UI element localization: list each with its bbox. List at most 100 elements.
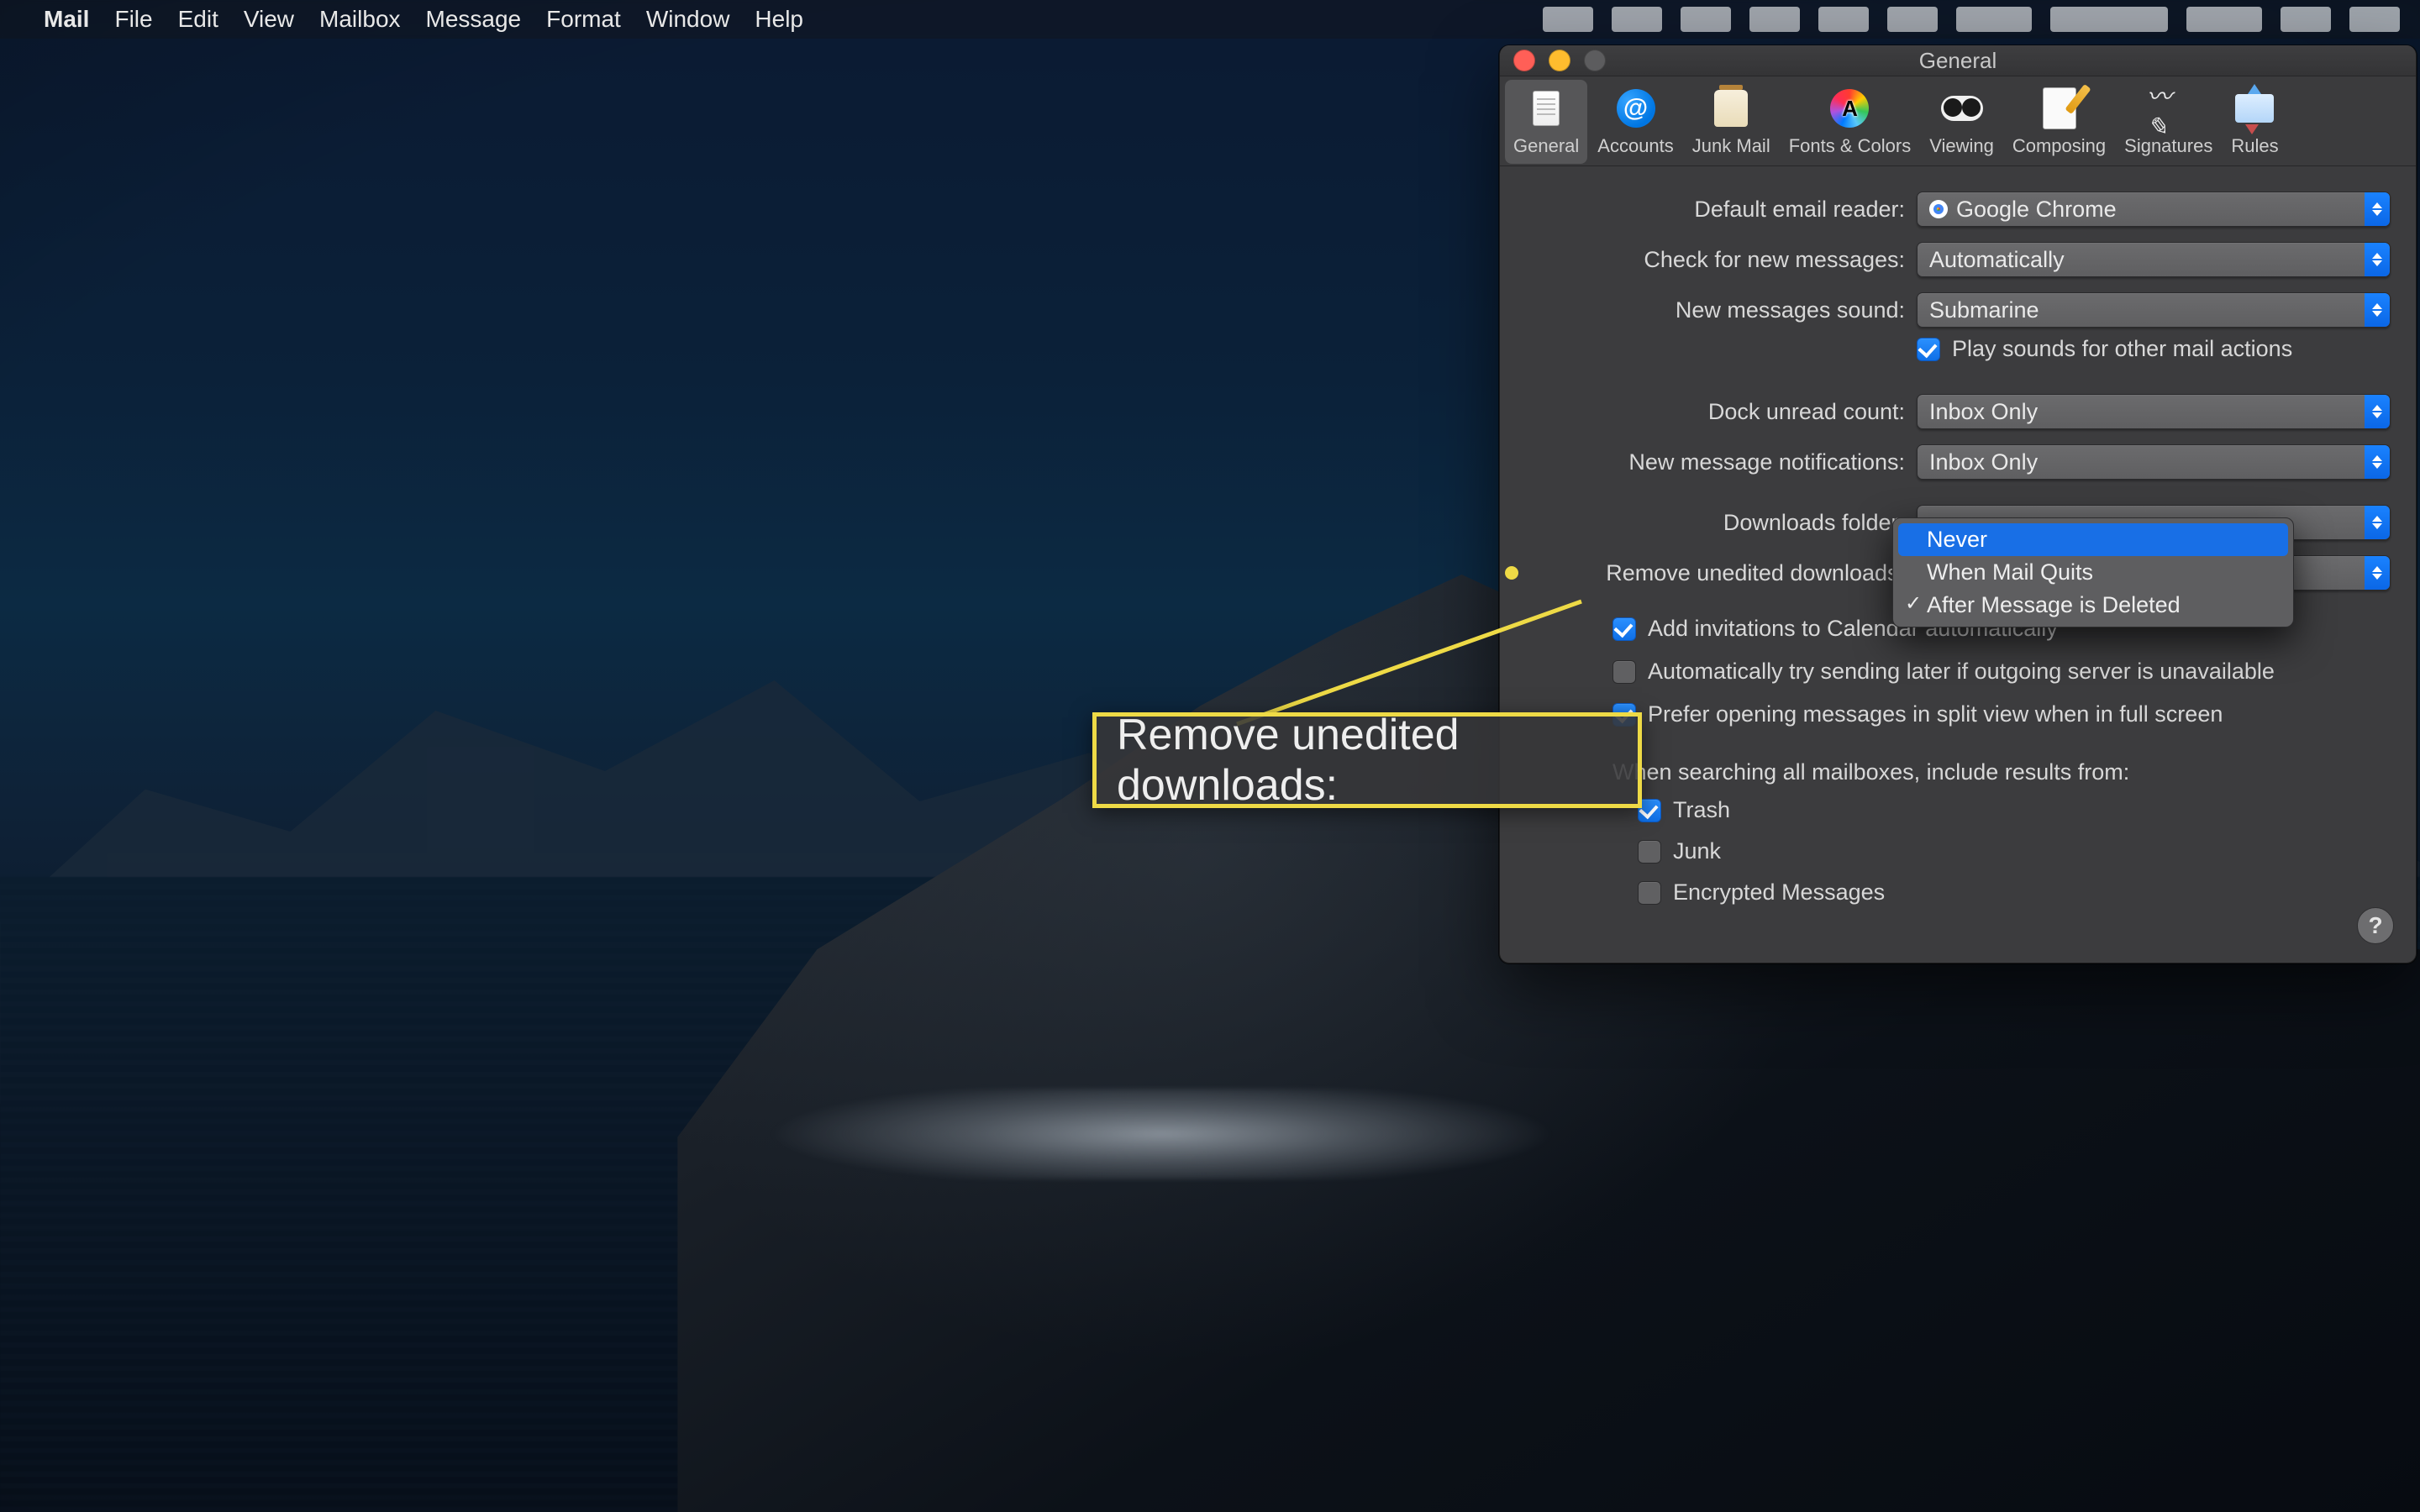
- tab-viewing[interactable]: Viewing: [1921, 80, 2002, 164]
- window-minimize-button[interactable]: [1549, 50, 1570, 71]
- fonts-colors-icon: [1826, 85, 1873, 132]
- dropdown-stepper-icon: [2365, 445, 2390, 479]
- checkbox-encrypted[interactable]: [1638, 881, 1661, 905]
- tab-label: Composing: [2012, 135, 2106, 157]
- row-search-include-label: When searching all mailboxes, include re…: [1525, 759, 2391, 785]
- row-check-messages: Check for new messages: Automatically: [1525, 242, 2391, 277]
- status-item-4[interactable]: [1749, 7, 1800, 32]
- dropdown-value: Inbox Only: [1929, 399, 2038, 425]
- menu-option-after-message-deleted[interactable]: ✓ After Message is Deleted: [1898, 589, 2288, 622]
- tab-rules[interactable]: Rules: [2223, 80, 2286, 164]
- signatures-icon: 〰✎: [2145, 85, 2192, 132]
- accounts-icon: @: [1612, 85, 1660, 132]
- help-button[interactable]: ?: [2357, 907, 2394, 944]
- checkbox-junk[interactable]: [1638, 840, 1661, 864]
- chrome-icon: [1929, 200, 1948, 218]
- status-item-8[interactable]: [2050, 7, 2168, 32]
- dropdown-check-messages[interactable]: Automatically: [1917, 242, 2391, 277]
- window-titlebar[interactable]: General: [1500, 45, 2416, 76]
- label-dock-count: Dock unread count:: [1525, 399, 1917, 425]
- dropdown-stepper-icon: [2365, 395, 2390, 428]
- window-title: General: [1919, 48, 1997, 74]
- row-notifications: New message notifications: Inbox Only: [1525, 444, 2391, 480]
- status-item-11[interactable]: [2349, 7, 2400, 32]
- status-item-7[interactable]: [1956, 7, 2032, 32]
- menu-edit[interactable]: Edit: [178, 6, 218, 33]
- menu-option-label: After Message is Deleted: [1927, 592, 2181, 618]
- row-dock-count: Dock unread count: Inbox Only: [1525, 394, 2391, 429]
- tab-fonts-colors[interactable]: Fonts & Colors: [1781, 80, 1920, 164]
- dropdown-stepper-icon: [2365, 192, 2390, 226]
- label-trash: Trash: [1673, 797, 1730, 823]
- window-controls: [1513, 50, 1606, 71]
- status-item-6[interactable]: [1887, 7, 1938, 32]
- label-split-view: Prefer opening messages in split view wh…: [1648, 701, 2223, 727]
- row-play-sounds: Play sounds for other mail actions: [1525, 336, 2391, 369]
- label-notifications: New message notifications:: [1525, 449, 1917, 475]
- menubar: Mail File Edit View Mailbox Message Form…: [0, 0, 2420, 39]
- checkbox-play-sounds[interactable]: [1917, 338, 1940, 361]
- tab-general[interactable]: General: [1505, 80, 1587, 164]
- tab-label: Viewing: [1929, 135, 1994, 157]
- junk-mail-icon: [1707, 85, 1754, 132]
- menu-message[interactable]: Message: [426, 6, 522, 33]
- dropdown-sound[interactable]: Submarine: [1917, 292, 2391, 328]
- label-check-messages: Check for new messages:: [1525, 247, 1917, 273]
- tab-composing[interactable]: Composing: [2004, 80, 2114, 164]
- dropdown-notifications[interactable]: Inbox Only: [1917, 444, 2391, 480]
- tab-junk-mail[interactable]: Junk Mail: [1684, 80, 1779, 164]
- dropdown-default-reader[interactable]: Google Chrome: [1917, 192, 2391, 227]
- status-item-1[interactable]: [1543, 7, 1593, 32]
- checkbox-add-invitations[interactable]: [1612, 617, 1636, 641]
- viewing-icon: [1939, 85, 1986, 132]
- menu-help[interactable]: Help: [755, 6, 803, 33]
- annotation-text: Remove unedited downloads:: [1117, 710, 1618, 811]
- dropdown-stepper-icon: [2365, 506, 2390, 539]
- general-icon: [1523, 85, 1570, 132]
- annotation-point-icon: [1505, 566, 1518, 580]
- label-junk: Junk: [1673, 838, 1721, 864]
- menu-file[interactable]: File: [114, 6, 152, 33]
- menubar-status-area: [1543, 7, 2400, 32]
- window-zoom-button[interactable]: [1584, 50, 1606, 71]
- status-item-5[interactable]: [1818, 7, 1869, 32]
- row-sound: New messages sound: Submarine: [1525, 292, 2391, 328]
- dropdown-value: Google Chrome: [1956, 197, 2117, 223]
- status-item-3[interactable]: [1681, 7, 1731, 32]
- status-item-9[interactable]: [2186, 7, 2262, 32]
- label-auto-resend: Automatically try sending later if outgo…: [1648, 659, 2275, 685]
- menu-option-when-mail-quits[interactable]: When Mail Quits: [1898, 556, 2288, 589]
- row-default-reader: Default email reader: Google Chrome: [1525, 192, 2391, 227]
- dropdown-value: Automatically: [1929, 247, 2065, 273]
- sea-foam: [726, 1089, 1815, 1179]
- preferences-toolbar: General @ Accounts Junk Mail Fonts & Col…: [1500, 76, 2416, 166]
- label-remove-downloads: Remove unedited downloads:: [1606, 560, 1905, 585]
- menu-mailbox[interactable]: Mailbox: [319, 6, 400, 33]
- tab-accounts[interactable]: @ Accounts: [1589, 80, 1682, 164]
- menu-format[interactable]: Format: [546, 6, 621, 33]
- menu-option-never[interactable]: Never: [1898, 523, 2288, 556]
- annotation-callout: Remove unedited downloads:: [1092, 712, 1642, 808]
- checkmark-icon: ✓: [1905, 591, 1922, 616]
- dropdown-stepper-icon: [2365, 556, 2390, 590]
- menu-window[interactable]: Window: [646, 6, 730, 33]
- row-search-include-items: Trash Junk Encrypted Messages: [1525, 797, 2391, 912]
- label-downloads-folder: Downloads folder:: [1525, 510, 1917, 536]
- dropdown-stepper-icon: [2365, 293, 2390, 327]
- menu-option-label: Never: [1927, 527, 1987, 553]
- app-name[interactable]: Mail: [44, 6, 89, 33]
- checkbox-auto-resend[interactable]: [1612, 660, 1636, 684]
- menu-view[interactable]: View: [244, 6, 294, 33]
- status-item-2[interactable]: [1612, 7, 1662, 32]
- composing-icon: [2036, 85, 2083, 132]
- dropdown-value: Submarine: [1929, 297, 2039, 323]
- status-item-10[interactable]: [2281, 7, 2331, 32]
- tab-label: Accounts: [1597, 135, 1674, 157]
- tab-label: General: [1513, 135, 1579, 157]
- dropdown-dock-count[interactable]: Inbox Only: [1917, 394, 2391, 429]
- window-close-button[interactable]: [1513, 50, 1535, 71]
- tab-signatures[interactable]: 〰✎ Signatures: [2116, 80, 2221, 164]
- tab-label: Fonts & Colors: [1789, 135, 1912, 157]
- label-default-reader: Default email reader:: [1525, 197, 1917, 223]
- rules-icon: [2231, 85, 2278, 132]
